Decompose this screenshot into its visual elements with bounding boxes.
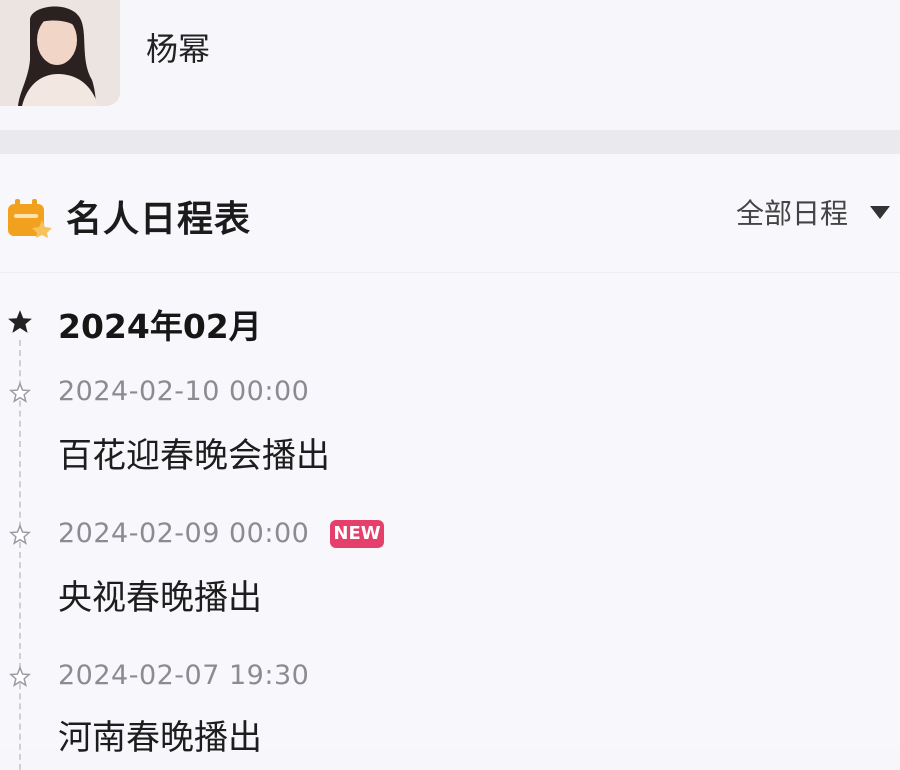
month-heading: 2024年02月 [58,307,262,346]
event-title[interactable]: 央视春晚播出 [58,570,262,619]
timeline-line [19,340,21,770]
triangle-down-icon [870,205,890,219]
section-divider [0,130,900,154]
star-outline-icon [9,666,31,687]
event-time: 2024-02-07 19:30 [58,660,310,691]
filter-label: 全部日程 [735,197,848,230]
star-filled-icon [8,310,32,333]
schedule-filter-dropdown[interactable]: 全部日程 [736,194,890,230]
new-badge: NEW [330,520,384,548]
schedule-header: 名人日程表 全部日程 [0,154,900,273]
event-time: 2024-02-09 00:00 [58,518,310,549]
event-time: 2024-02-10 00:00 [58,376,310,407]
celebrity-name: 杨幂 [146,30,211,68]
schedule-title: 名人日程表 [66,199,252,240]
event-title[interactable]: 百花迎春晚会播出 [58,428,330,477]
calendar-icon [8,199,52,238]
star-outline-icon [9,524,31,545]
event-title[interactable]: 河南春晚播出 [58,710,262,759]
star-outline-icon [9,382,31,403]
profile-header: 杨幂 [0,0,900,130]
avatar[interactable] [0,0,120,106]
